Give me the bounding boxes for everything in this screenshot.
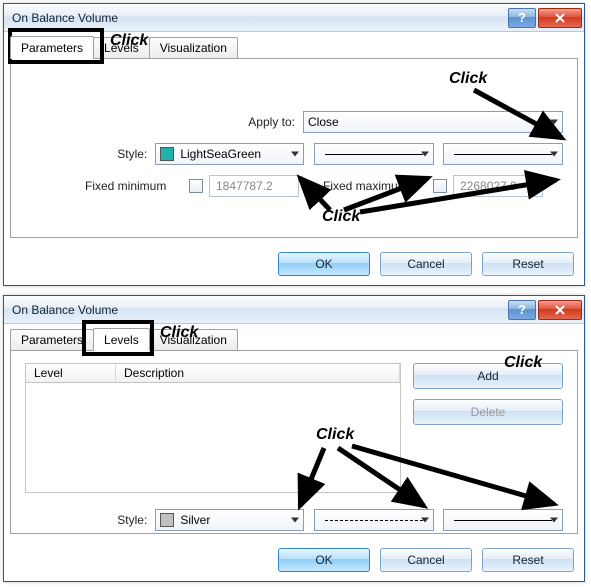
help-icon: ? [518, 10, 526, 25]
ok-button[interactable]: OK [278, 252, 370, 276]
col-description[interactable]: Description [116, 364, 400, 382]
tab-levels[interactable]: Levels [93, 328, 150, 351]
levels-table-header: Level Description [25, 363, 401, 383]
help-icon: ? [518, 302, 526, 317]
chevron-down-icon [421, 152, 429, 157]
close-icon [554, 304, 566, 316]
levels-table-body[interactable] [25, 383, 401, 493]
tab-visualization[interactable]: Visualization [149, 37, 238, 58]
chevron-down-icon [291, 152, 299, 157]
reset-button[interactable]: Reset [482, 252, 574, 276]
style-line-width-select[interactable] [443, 509, 563, 531]
style-color-value: LightSeaGreen [180, 147, 261, 161]
style-label: Style: [25, 147, 147, 161]
apply-to-select[interactable]: Close [303, 111, 563, 133]
reset-button[interactable]: Reset [482, 548, 574, 572]
delete-button[interactable]: Delete [413, 399, 563, 425]
close-button[interactable] [538, 8, 582, 28]
chevron-down-icon [550, 518, 558, 523]
tab-visualization[interactable]: Visualization [149, 329, 238, 350]
fixed-min-input[interactable]: 1847787.2 [209, 175, 299, 197]
tab-parameters[interactable]: Parameters [10, 329, 94, 350]
style-color-select[interactable]: LightSeaGreen [155, 143, 304, 165]
chevron-down-icon [550, 152, 558, 157]
button-row: OK Cancel Reset [4, 244, 584, 286]
fixed-max-label: Fixed maximum [299, 179, 419, 193]
dialog-parameters: On Balance Volume ? Parameters Levels Vi… [3, 3, 585, 286]
tabstrip: Parameters Levels Visualization [4, 324, 584, 350]
titlebar: On Balance Volume ? [4, 4, 584, 32]
color-swatch [160, 147, 174, 161]
style-label: Style: [25, 513, 147, 527]
fixed-max-input[interactable]: 2268027.9 [453, 175, 543, 197]
tab-panel-levels: Level Description Add Delete Style: Silv… [10, 350, 578, 534]
tab-levels[interactable]: Levels [93, 37, 150, 58]
line-width-icon [454, 520, 552, 521]
style-color-select[interactable]: Silver [155, 509, 304, 531]
close-icon [554, 12, 566, 24]
apply-to-value: Close [308, 115, 339, 129]
line-pattern-icon [325, 520, 423, 521]
fixed-min-value: 1847787.2 [216, 179, 273, 193]
window-title: On Balance Volume [12, 11, 506, 25]
cancel-button[interactable]: Cancel [380, 252, 472, 276]
fixed-max-value: 2268027.9 [460, 179, 517, 193]
style-line-width-select[interactable] [443, 143, 563, 165]
col-level[interactable]: Level [26, 364, 116, 382]
titlebar: On Balance Volume ? [4, 296, 584, 324]
ok-button[interactable]: OK [278, 548, 370, 572]
help-button[interactable]: ? [508, 8, 536, 28]
style-line-pattern-select[interactable] [314, 509, 434, 531]
color-swatch [160, 513, 174, 527]
chevron-down-icon [550, 120, 558, 125]
line-pattern-icon [325, 154, 423, 155]
tab-panel-parameters: Apply to: Close Style: LightSeaGreen [10, 58, 578, 238]
tabstrip: Parameters Levels Visualization [4, 32, 584, 58]
style-line-pattern-select[interactable] [314, 143, 434, 165]
line-width-icon [454, 154, 552, 155]
chevron-down-icon [421, 518, 429, 523]
fixed-max-checkbox[interactable] [433, 179, 447, 193]
dialog-levels: On Balance Volume ? Parameters Levels Vi… [3, 295, 585, 582]
style-color-value: Silver [180, 513, 210, 527]
help-button[interactable]: ? [508, 300, 536, 320]
tab-parameters[interactable]: Parameters [10, 36, 94, 59]
window-title: On Balance Volume [12, 303, 506, 317]
add-button[interactable]: Add [413, 363, 563, 389]
cancel-button[interactable]: Cancel [380, 548, 472, 572]
fixed-min-checkbox[interactable] [189, 179, 203, 193]
close-button[interactable] [538, 300, 582, 320]
button-row: OK Cancel Reset [4, 540, 584, 582]
apply-to-label: Apply to: [25, 115, 295, 129]
fixed-min-label: Fixed minimum [25, 179, 175, 193]
chevron-down-icon [291, 518, 299, 523]
